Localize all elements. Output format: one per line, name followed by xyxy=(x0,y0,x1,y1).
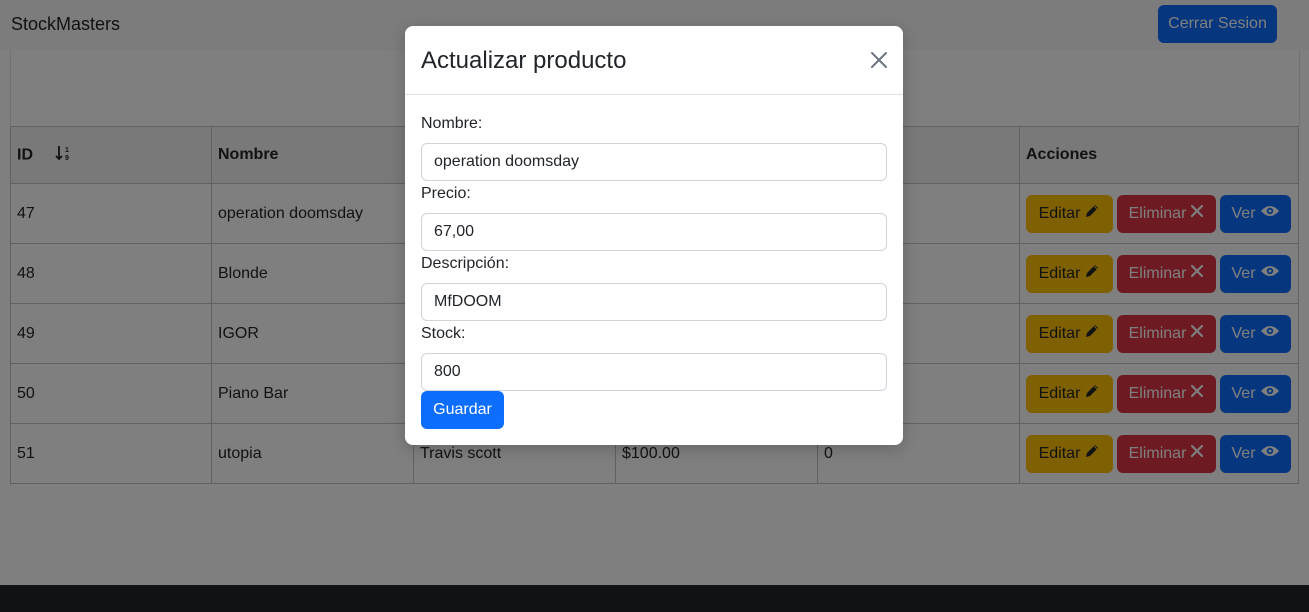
stock-label: Stock: xyxy=(421,325,466,342)
descripcion-label: Descripción: xyxy=(421,255,510,272)
close-icon[interactable] xyxy=(867,48,891,72)
update-product-modal: Actualizar producto Nombre: Precio: Desc… xyxy=(405,26,903,445)
precio-input[interactable] xyxy=(421,213,887,251)
save-button[interactable]: Guardar xyxy=(421,391,504,429)
modal-header: Actualizar producto xyxy=(405,26,903,95)
nombre-input[interactable] xyxy=(421,143,887,181)
nombre-label: Nombre: xyxy=(421,115,483,132)
precio-label: Precio: xyxy=(421,185,471,202)
descripcion-input[interactable] xyxy=(421,283,887,321)
modal-title: Actualizar producto xyxy=(421,47,627,74)
stock-input[interactable] xyxy=(421,353,887,391)
